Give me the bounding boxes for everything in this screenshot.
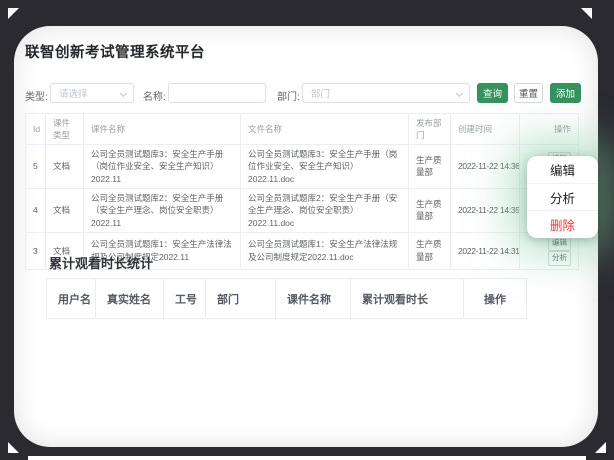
col-header-id: Id bbox=[26, 114, 46, 145]
name-label: 名称: bbox=[143, 88, 166, 103]
reset-button[interactable]: 重置 bbox=[514, 83, 543, 103]
menu-item-edit[interactable]: 编辑 bbox=[527, 156, 598, 184]
cell-name: 公司全员测试题库3：安全生产手册（岗位作业安全、安全生产知识）2022.11 bbox=[84, 145, 241, 189]
corner-artifact bbox=[8, 442, 19, 453]
stats-header-row: 用户名 真实姓名 工号 部门 课件名称 累计观看时长 操作 bbox=[47, 279, 527, 319]
cell-type: 文档 bbox=[46, 188, 84, 232]
col-header-employee-id: 工号 bbox=[164, 279, 206, 319]
screen: 联智创新考试管理系统平台 类型: 请选择 名称: 部门: 部门 查询 重置 添加… bbox=[0, 0, 614, 460]
cell-created: 2022-11-22 14:31:5 bbox=[451, 232, 520, 269]
cell-id: 5 bbox=[26, 145, 46, 189]
col-header-courseware: 课件名称 bbox=[276, 279, 351, 319]
type-label: 类型: bbox=[25, 88, 48, 103]
cell-type: 文档 bbox=[46, 145, 84, 189]
add-button[interactable]: 添加 bbox=[550, 83, 581, 103]
courseware-table: Id 课件类型 课件名称 文件名称 发布部门 创建时间 操作 5 文档 公司全员… bbox=[25, 113, 579, 270]
courseware-header-row: Id 课件类型 课件名称 文件名称 发布部门 创建时间 操作 bbox=[26, 114, 579, 145]
type-select[interactable]: 请选择 bbox=[50, 83, 134, 103]
cell-created: 2022-11-22 14:36:32 bbox=[451, 145, 520, 189]
query-button[interactable]: 查询 bbox=[477, 83, 508, 103]
col-header-username: 用户名 bbox=[47, 279, 96, 319]
cell-file: 公司全员测试题库3：安全生产手册（岗位作业安全、安全生产知识）2022.11.d… bbox=[241, 145, 409, 189]
corner-artifact bbox=[595, 442, 606, 453]
bottom-edge-strip bbox=[28, 456, 586, 460]
cell-dept: 生产质量部 bbox=[409, 145, 451, 189]
edit-button[interactable]: 编辑 bbox=[548, 236, 571, 251]
corner-artifact bbox=[8, 8, 19, 19]
table-row: 5 文档 公司全员测试题库3：安全生产手册（岗位作业安全、安全生产知识）2022… bbox=[26, 145, 579, 189]
cell-file: 公司全员测试题库2：安全生产手册（安全生产理念、岗位安全职责）2022.11.d… bbox=[241, 188, 409, 232]
dept-label: 部门: bbox=[277, 88, 300, 103]
app-window: 联智创新考试管理系统平台 类型: 请选择 名称: 部门: 部门 查询 重置 添加… bbox=[14, 26, 598, 447]
cell-file: 公司全员测试题库1：安全生产法律法规及公司制度规定2022.11.doc bbox=[241, 232, 409, 269]
col-header-created: 创建时间 bbox=[451, 114, 520, 145]
cell-dept: 生产质量部 bbox=[409, 188, 451, 232]
menu-item-delete[interactable]: 删除 bbox=[527, 211, 598, 238]
cell-dept: 生产质量部 bbox=[409, 232, 451, 269]
table-row: 4 文档 公司全员测试题库2：安全生产手册（安全生产理念、岗位安全职责）2022… bbox=[26, 188, 579, 232]
cell-id: 4 bbox=[26, 188, 46, 232]
corner-artifact bbox=[581, 8, 592, 19]
context-menu: 编辑 分析 删除 bbox=[527, 156, 598, 238]
analyze-button[interactable]: 分析 bbox=[548, 251, 571, 266]
name-input[interactable] bbox=[168, 83, 266, 103]
dept-select[interactable]: 部门 bbox=[302, 83, 470, 103]
page-title: 联智创新考试管理系统平台 bbox=[25, 41, 205, 62]
col-header-duration: 累计观看时长 bbox=[351, 279, 464, 319]
menu-item-analyze[interactable]: 分析 bbox=[527, 184, 598, 212]
col-header-actions: 操作 bbox=[520, 114, 579, 145]
cell-name: 公司全员测试题库2：安全生产手册（安全生产理念、岗位安全职责）2022.11 bbox=[84, 188, 241, 232]
col-header-department: 部门 bbox=[206, 279, 276, 319]
stats-section-title: 累计观看时长统计 bbox=[49, 253, 153, 272]
col-header-name: 课件名称 bbox=[84, 114, 241, 145]
cell-id: 3 bbox=[26, 232, 46, 269]
chevron-down-icon bbox=[456, 90, 463, 97]
col-header-realname: 真实姓名 bbox=[96, 279, 164, 319]
chevron-down-icon bbox=[120, 90, 127, 97]
watch-duration-table: 用户名 真实姓名 工号 部门 课件名称 累计观看时长 操作 bbox=[46, 278, 527, 319]
type-select-placeholder: 请选择 bbox=[59, 86, 88, 100]
col-header-file: 文件名称 bbox=[241, 114, 409, 145]
cell-created: 2022-11-22 14:35:4 bbox=[451, 188, 520, 232]
col-header-type: 课件类型 bbox=[46, 114, 84, 145]
col-header-operation: 操作 bbox=[464, 279, 527, 319]
dept-select-placeholder: 部门 bbox=[311, 86, 330, 100]
col-header-dept: 发布部门 bbox=[409, 114, 451, 145]
